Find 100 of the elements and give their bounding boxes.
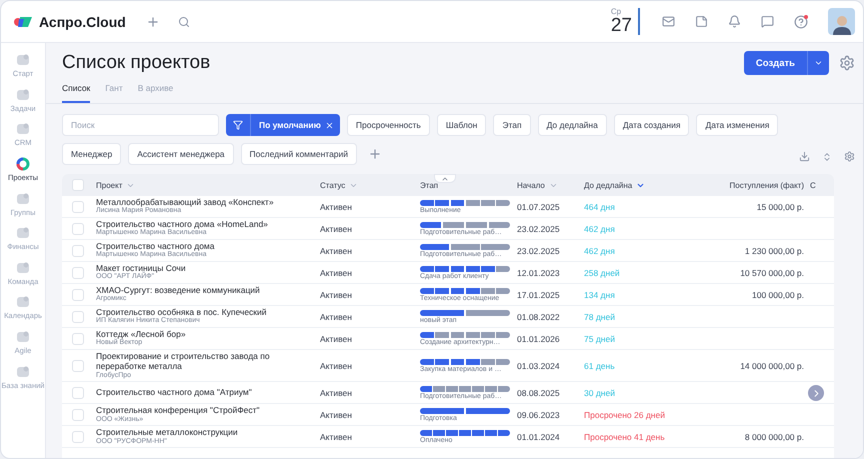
column-header[interactable]: С [810, 180, 816, 190]
column-header[interactable]: Проект [96, 180, 122, 190]
project-name[interactable]: Строительство частного дома [96, 241, 314, 252]
row-checkbox[interactable] [72, 430, 84, 443]
row-checkbox[interactable] [72, 244, 84, 256]
project-name[interactable]: Строительство особняка в пос. Купеческий [96, 307, 314, 318]
start-date: 01.01.2024 [517, 432, 560, 442]
revenue-amount: 10 570 000,00 р. [740, 268, 804, 278]
column-header[interactable]: Статус [320, 180, 346, 190]
project-name[interactable]: Коттедж «Лесной бор» [96, 329, 314, 340]
status-text: Активен [320, 224, 352, 234]
start-date: 09.06.2023 [517, 410, 560, 420]
bell-icon[interactable] [728, 15, 741, 28]
deadline-text: Просрочено 26 дней [584, 410, 665, 420]
status-text: Активен [320, 360, 352, 371]
start-date: 12.01.2023 [517, 268, 560, 278]
avatar[interactable] [828, 8, 855, 35]
start-date: 23.02.2025 [517, 246, 560, 256]
deadline-text: 462 дня [584, 246, 615, 256]
row-checkbox[interactable] [72, 332, 84, 344]
deadline-text: 75 дней [584, 334, 615, 344]
status-text: Активен [320, 432, 352, 442]
project-name[interactable]: Строительство частного дома "Атриум" [96, 387, 314, 398]
revenue-amount: 1 230 000,00 р. [744, 246, 804, 256]
start-date: 23.02.2025 [517, 224, 560, 234]
project-name[interactable]: Строительные металлоконструкции [96, 427, 314, 438]
deadline-text: Просрочено 41 день [584, 432, 665, 442]
start-date: 17.01.2025 [517, 290, 560, 300]
deadline-text: 30 дней [584, 388, 615, 398]
project-name[interactable]: Строительство частного дома «HomeLand» [96, 219, 314, 230]
collapse-button[interactable] [434, 174, 456, 183]
tab[interactable]: Список [62, 79, 90, 103]
project-name[interactable]: Проектирование и строительство завода по переработке металла [96, 351, 314, 372]
row-checkbox[interactable] [72, 222, 84, 234]
status-text: Активен [320, 202, 352, 212]
filter-chip[interactable]: Дата создания [614, 114, 690, 136]
status-text: Активен [320, 410, 352, 420]
row-checkbox[interactable] [72, 386, 84, 399]
weekday-label: Ср [610, 8, 622, 16]
settings-icon[interactable] [839, 55, 855, 71]
download-icon[interactable] [799, 151, 810, 162]
filter-chip[interactable]: Менеджер [62, 143, 122, 165]
start-date: 01.03.2024 [517, 360, 560, 371]
mail-icon[interactable] [662, 15, 675, 28]
deadline-text: 61 день [584, 360, 615, 371]
row-checkbox[interactable] [72, 408, 84, 421]
project-name[interactable]: Макет гостиницы Сочи [96, 263, 314, 274]
deadline-text: 258 дней [584, 268, 620, 278]
search-button[interactable] [178, 16, 190, 28]
status-text: Активен [320, 312, 352, 322]
start-date: 08.08.2025 [517, 388, 560, 398]
row-checkbox[interactable] [72, 310, 84, 322]
revenue-amount: 8 000 000,00 р. [744, 432, 804, 442]
filter-chip[interactable]: Шаблон [436, 114, 486, 136]
start-date: 01.01.2026 [517, 334, 560, 344]
row-checkbox[interactable] [72, 360, 84, 372]
start-date: 01.07.2025 [517, 202, 560, 212]
search-field[interactable]: Поиск [62, 114, 219, 136]
status-text: Активен [320, 290, 352, 300]
revenue-amount: 15 000,00 р. [756, 202, 804, 212]
filter-chip[interactable]: До дедлайна [538, 114, 607, 136]
create-button[interactable]: Создать [744, 51, 807, 75]
start-date: 01.08.2022 [517, 312, 560, 322]
help-icon[interactable] [794, 14, 808, 28]
logo-icon [13, 16, 33, 28]
revenue-amount: 14 000 000,00 р. [740, 360, 804, 371]
expand-icon[interactable] [822, 152, 832, 162]
page-title: Список проектов [62, 52, 210, 74]
add-icon[interactable] [368, 147, 382, 161]
settings-icon[interactable] [844, 151, 855, 162]
note-icon[interactable] [695, 15, 708, 28]
deadline-text: 462 дня [584, 224, 615, 234]
preset-filter-button[interactable]: По умолчанию [251, 114, 325, 136]
filter-chip[interactable]: Просроченность [346, 114, 430, 136]
filter-chip[interactable]: Последний комментарий [240, 143, 358, 165]
row-checkbox[interactable] [72, 266, 84, 278]
row-checkbox[interactable] [72, 200, 84, 212]
brand-name: Аспро.Cloud [39, 14, 126, 30]
column-header[interactable]: Этап [420, 180, 438, 190]
project-name[interactable]: ХМАО-Сургут: возведение коммуникаций [96, 285, 314, 296]
scroll-right-button[interactable] [808, 385, 824, 401]
day-number: 27 [610, 16, 632, 35]
filter-chip[interactable]: Дата изменения [696, 114, 778, 136]
project-name[interactable]: Строительная конференция "СтройФест" [96, 405, 314, 416]
chat-icon[interactable] [761, 15, 774, 28]
status-text: Активен [320, 388, 352, 398]
deadline-text: 78 дней [584, 312, 615, 322]
filter-chip[interactable]: Ассистент менеджера [128, 143, 234, 165]
deadline-text: 464 дня [584, 202, 615, 212]
column-header[interactable]: Начало [517, 180, 545, 190]
deadline-text: 134 дня [584, 290, 615, 300]
revenue-amount: 100 000,00 р. [752, 290, 804, 300]
project-name[interactable]: Металлообрабатывающий завод «Конспект» [96, 197, 314, 208]
status-text: Активен [320, 246, 352, 256]
status-text: Активен [320, 334, 352, 344]
filter-chip[interactable]: Этап [493, 114, 531, 136]
status-text: Активен [320, 268, 352, 278]
row-checkbox[interactable] [72, 288, 84, 300]
select-all-checkbox[interactable] [72, 179, 84, 191]
add-button[interactable] [146, 14, 160, 28]
